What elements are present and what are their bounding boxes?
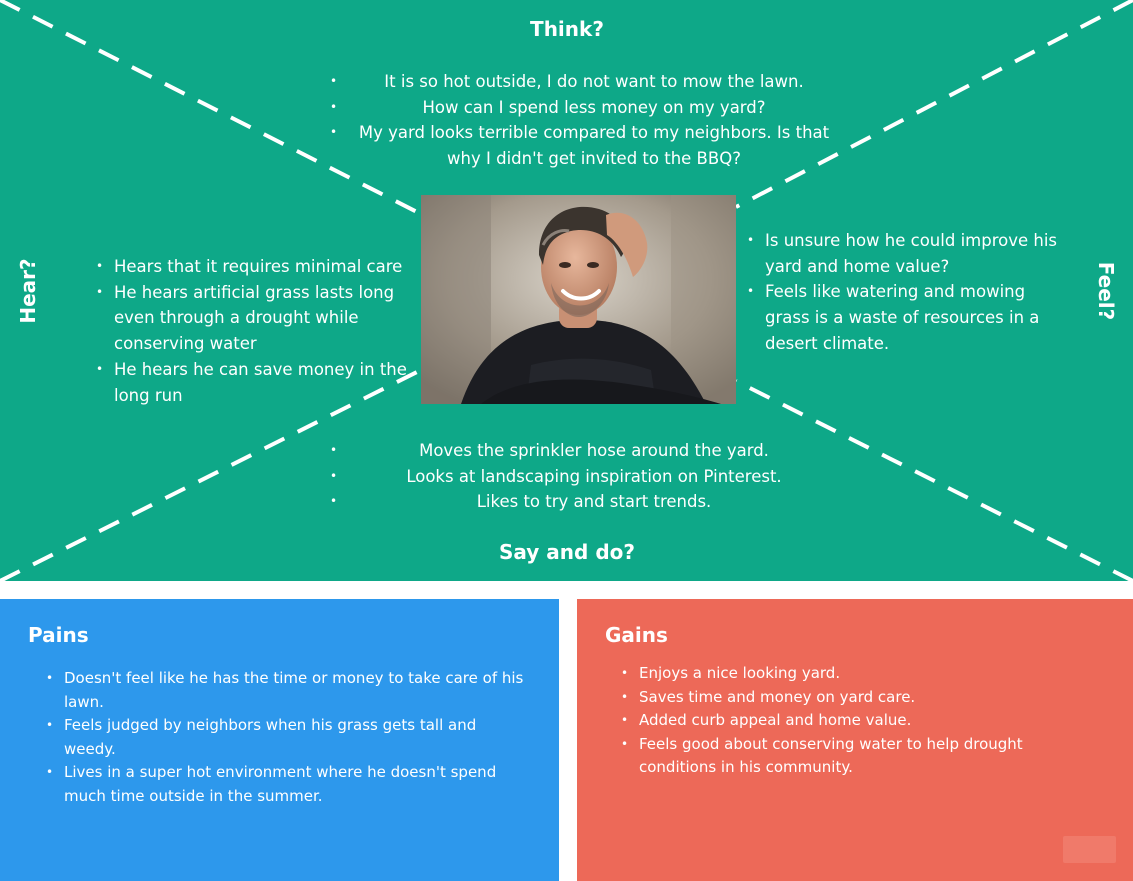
say-and-do-title: Say and do? [499, 540, 635, 564]
gains-list: Enjoys a nice looking yard. Saves time a… [621, 662, 1051, 780]
think-list: It is so hot outside, I do not want to m… [330, 69, 840, 172]
hear-title: Hear? [16, 258, 40, 324]
gains-title: Gains [605, 623, 668, 647]
hear-item: He hears artificial grass lasts long eve… [96, 280, 416, 357]
gains-item: Added curb appeal and home value. [621, 709, 1051, 733]
think-item: How can I spend less money on my yard? [330, 95, 840, 121]
think-title: Think? [530, 17, 604, 41]
say-and-do-item: Likes to try and start trends. [330, 489, 840, 515]
say-and-do-list: Moves the sprinkler hose around the yard… [330, 438, 840, 515]
pains-item: Feels judged by neighbors when his grass… [46, 714, 526, 761]
think-item: My yard looks terrible compared to my ne… [330, 120, 840, 171]
feel-title: Feel? [1094, 261, 1118, 321]
pains-title: Pains [28, 623, 89, 647]
pains-item: Doesn't feel like he has the time or mon… [46, 667, 526, 714]
pains-item: Lives in a super hot environment where h… [46, 761, 526, 808]
feel-item: Is unsure how he could improve his yard … [747, 228, 1057, 279]
feel-list: Is unsure how he could improve his yard … [747, 228, 1057, 357]
gains-item: Saves time and money on yard care. [621, 686, 1051, 710]
gains-item: Enjoys a nice looking yard. [621, 662, 1051, 686]
persona-photo [421, 195, 736, 404]
gains-item: Feels good about conserving water to hel… [621, 733, 1051, 780]
think-item: It is so hot outside, I do not want to m… [330, 69, 840, 95]
watermark-badge [1063, 836, 1116, 863]
feel-item: Feels like watering and mowing grass is … [747, 279, 1057, 356]
hear-list: Hears that it requires minimal care He h… [96, 254, 416, 408]
gains-panel: Gains Enjoys a nice looking yard. Saves … [577, 599, 1133, 881]
hear-item: Hears that it requires minimal care [96, 254, 416, 280]
say-and-do-item: Moves the sprinkler hose around the yard… [330, 438, 840, 464]
hear-item: He hears he can save money in the long r… [96, 357, 416, 408]
empathy-map: Think? It is so hot outside, I do not wa… [0, 0, 1133, 581]
pains-list: Doesn't feel like he has the time or mon… [46, 667, 526, 809]
say-and-do-item: Looks at landscaping inspiration on Pint… [330, 464, 840, 490]
pains-panel: Pains Doesn't feel like he has the time … [0, 599, 559, 881]
